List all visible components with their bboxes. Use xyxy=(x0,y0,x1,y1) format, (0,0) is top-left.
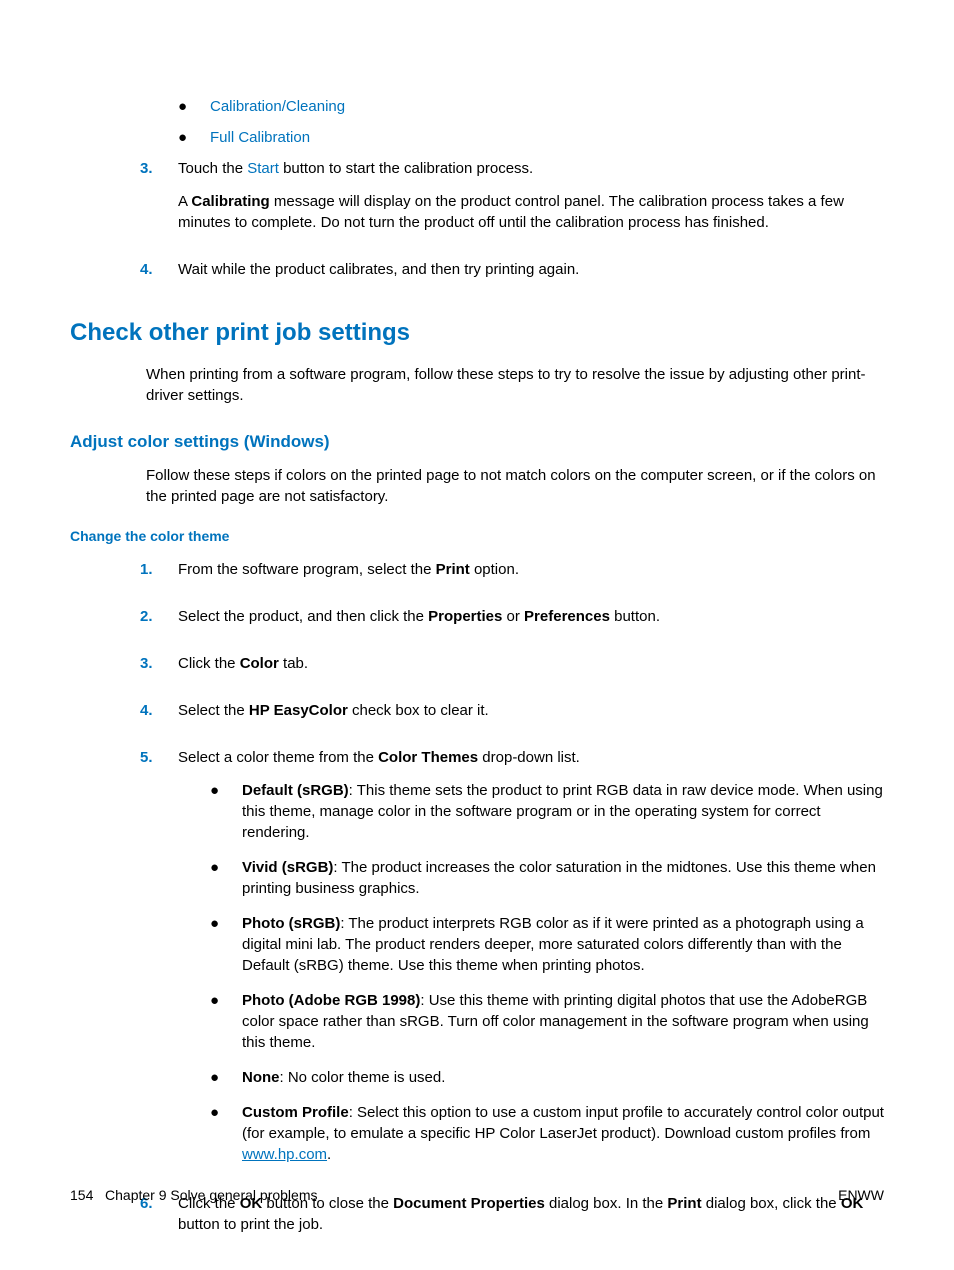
step-number: 3. xyxy=(140,158,178,245)
calibration-cleaning-link[interactable]: Calibration/Cleaning xyxy=(210,96,345,117)
bullet-icon: ● xyxy=(210,780,242,843)
theme-step-5: 5. Select a color theme from the Color T… xyxy=(140,747,884,1179)
hp-com-link[interactable]: www.hp.com xyxy=(242,1146,327,1163)
list-item: ● Custom Profile: Select this option to … xyxy=(210,1102,884,1165)
document-page: ● Calibration/Cleaning ● Full Calibratio… xyxy=(0,0,954,1247)
footer-left: 154 Chapter 9 Solve general problems xyxy=(70,1186,318,1206)
list-item: ● Calibration/Cleaning xyxy=(178,96,884,117)
bullet-icon: ● xyxy=(210,1102,242,1165)
step-body: Select a color theme from the Color Them… xyxy=(178,747,884,1179)
list-item: ● Default (sRGB): This theme sets the pr… xyxy=(210,780,884,843)
section-heading-check-other: Check other print job settings xyxy=(70,316,884,350)
bullet-icon: ● xyxy=(210,857,242,899)
step-number: 5. xyxy=(140,747,178,1179)
bullet-icon: ● xyxy=(178,96,210,117)
step-number: 4. xyxy=(140,259,178,292)
page-footer: 154 Chapter 9 Solve general problems ENW… xyxy=(70,1186,884,1206)
full-calibration-link[interactable]: Full Calibration xyxy=(210,127,310,148)
list-item: ● Photo (sRGB): The product interprets R… xyxy=(210,913,884,976)
step-number: 1. xyxy=(140,559,178,592)
step-text: Wait while the product calibrates, and t… xyxy=(178,259,884,280)
step-text: A Calibrating message will display on th… xyxy=(178,191,884,233)
theme-step-3: 3. Click the Color tab. xyxy=(140,653,884,686)
step-number: 2. xyxy=(140,606,178,639)
step-number: 4. xyxy=(140,700,178,733)
step-body: Select the HP EasyColor check box to cle… xyxy=(178,700,884,733)
step-body: Touch the Start button to start the cali… xyxy=(178,158,884,245)
color-themes-list: ● Default (sRGB): This theme sets the pr… xyxy=(210,780,884,1165)
step-body: Click the Color tab. xyxy=(178,653,884,686)
bullet-icon: ● xyxy=(178,127,210,148)
footer-right: ENWW xyxy=(838,1186,884,1206)
bullet-icon: ● xyxy=(210,1067,242,1088)
section-intro: When printing from a software program, f… xyxy=(146,364,884,406)
list-item: ● Photo (Adobe RGB 1998): Use this theme… xyxy=(210,990,884,1053)
list-item: ● Vivid (sRGB): The product increases th… xyxy=(210,857,884,899)
page-number: 154 xyxy=(70,1187,93,1203)
step-number: 3. xyxy=(140,653,178,686)
top-bullet-list: ● Calibration/Cleaning ● Full Calibratio… xyxy=(178,96,884,148)
step-body: Select the product, and then click the P… xyxy=(178,606,884,639)
minisection-heading-change-theme: Change the color theme xyxy=(70,527,884,547)
bullet-icon: ● xyxy=(210,913,242,976)
theme-step-1: 1. From the software program, select the… xyxy=(140,559,884,592)
bullet-icon: ● xyxy=(210,990,242,1053)
subsection-intro: Follow these steps if colors on the prin… xyxy=(146,465,884,507)
step-body: Wait while the product calibrates, and t… xyxy=(178,259,884,292)
theme-step-2: 2. Select the product, and then click th… xyxy=(140,606,884,639)
list-item: ● None: No color theme is used. xyxy=(210,1067,884,1088)
chapter-label: Chapter 9 Solve general problems xyxy=(105,1187,317,1203)
theme-step-4: 4. Select the HP EasyColor check box to … xyxy=(140,700,884,733)
step-3: 3. Touch the Start button to start the c… xyxy=(140,158,884,245)
list-item: ● Full Calibration xyxy=(178,127,884,148)
step-4: 4. Wait while the product calibrates, an… xyxy=(140,259,884,292)
step-text: Touch the Start button to start the cali… xyxy=(178,158,884,179)
step-body: From the software program, select the Pr… xyxy=(178,559,884,592)
start-label: Start xyxy=(247,160,279,177)
subsection-heading-adjust-color: Adjust color settings (Windows) xyxy=(70,430,884,454)
